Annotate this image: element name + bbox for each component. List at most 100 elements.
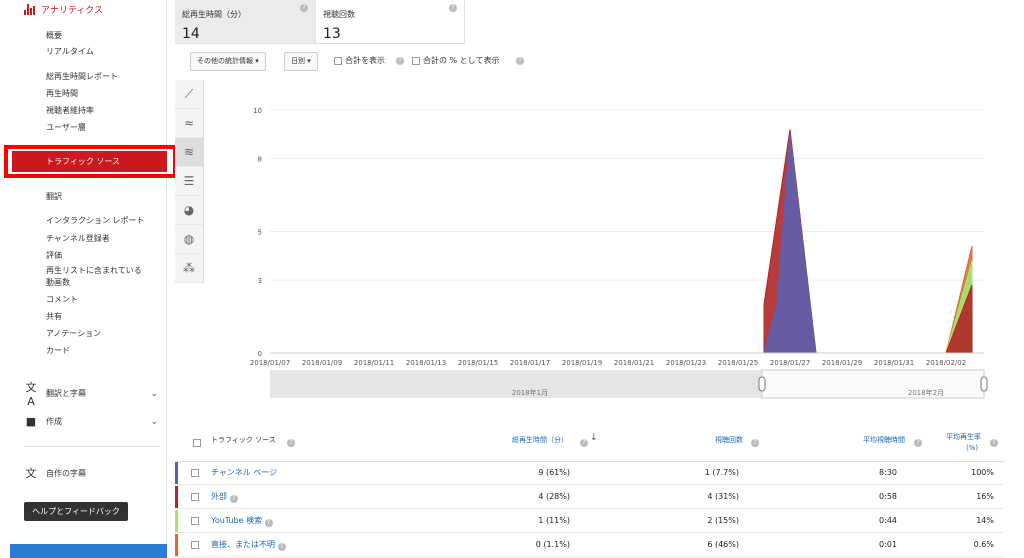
watch-time-pct: (11%) xyxy=(545,516,570,525)
metric-value: 14 xyxy=(182,26,200,42)
interval-dropdown[interactable]: 日別 ▾ xyxy=(284,52,318,71)
analytics-header[interactable]: アナリティクス xyxy=(24,3,103,16)
col-header-watch-time[interactable]: 総再生時間（分） xyxy=(512,435,568,445)
table-row[interactable]: 直接、または不明 ? 0 (1.1%) 6 (46%) 0:01 0.6% xyxy=(175,534,1004,557)
sidebar-section-create[interactable]: ■ 作成 ⌄ xyxy=(24,415,158,428)
show-percent-checkbox[interactable] xyxy=(412,57,420,65)
metric-tab-watch-time[interactable]: 総再生時間（分） 14 ? xyxy=(175,0,316,44)
sort-descending-icon[interactable]: ↓ xyxy=(590,433,598,443)
sidebar-item[interactable]: チャンネル登録者 xyxy=(46,233,110,244)
sidebar-item[interactable]: ユーザー層 xyxy=(46,122,86,133)
watch-time-value: 4 xyxy=(538,492,544,501)
bubble-chart-icon[interactable]: ⁂ xyxy=(175,254,203,283)
avg-view-duration-cell: 0:44 xyxy=(879,516,897,525)
x-tick-label: 2018/01/31 xyxy=(874,359,914,367)
help-icon[interactable]: ? xyxy=(229,495,238,503)
x-tick-label: 2018/01/09 xyxy=(302,359,342,367)
x-tick-label: 2018/01/19 xyxy=(562,359,602,367)
series-color-bar xyxy=(175,510,178,532)
subtitles-icon: 文 xyxy=(25,467,37,480)
sidebar: アナリティクス 概要リアルタイム総再生時間レポート 再生時間視聴者維持率 ユーザー層… xyxy=(0,0,177,558)
row-checkbox[interactable] xyxy=(191,517,199,525)
sidebar-item[interactable]: リアルタイム xyxy=(46,46,94,57)
help-icon[interactable]: ? xyxy=(449,4,457,12)
sidebar-item[interactable]: 共有 xyxy=(46,311,62,322)
help-icon[interactable]: ? xyxy=(516,57,524,65)
sidebar-item[interactable]: 概要 xyxy=(46,30,62,41)
metric-label: 視聴回数 xyxy=(323,10,355,19)
traffic-chart: 0 3 5 8 10 2018/01/07 2018/01/09 2018/01/11 2018… xyxy=(250,107,988,399)
source-link[interactable]: YouTube 検索 ? xyxy=(211,515,273,527)
row-checkbox[interactable] xyxy=(191,541,199,549)
x-tick-label: 2018/01/27 xyxy=(770,359,810,367)
table-row[interactable]: YouTube 検索 ? 1 (11%) 2 (15%) 0:44 14% xyxy=(175,510,1004,533)
navigator-handle[interactable] xyxy=(980,376,988,392)
sidebar-section-translate[interactable]: 文A 翻訳と字幕 ⌄ xyxy=(24,379,159,408)
row-checkbox[interactable] xyxy=(191,493,199,501)
table-row[interactable]: チャンネル ページ 9 (61%) 1 (7.7%) 8:30 100% xyxy=(175,462,1004,485)
help-icon[interactable]: ? xyxy=(751,439,759,447)
sidebar-bottom-bar[interactable] xyxy=(10,544,167,558)
help-icon[interactable]: ? xyxy=(914,439,922,447)
metric-tab-views[interactable]: 視聴回数 13 ? xyxy=(316,0,465,44)
series-color-bar xyxy=(175,486,178,508)
col-header-avg-view-duration[interactable]: 平均視聴時間 xyxy=(863,435,905,445)
sidebar-item[interactable]: 翻訳 xyxy=(46,191,62,202)
help-icon[interactable]: ? xyxy=(264,519,273,527)
sidebar-item[interactable]: 再生時間 xyxy=(46,88,78,99)
col-header-source: トラフィック ソース xyxy=(211,436,276,444)
row-checkbox[interactable] xyxy=(191,469,199,477)
x-tick-label: 2018/01/25 xyxy=(718,359,758,367)
source-name: 直接、または不明 xyxy=(211,540,275,549)
pie-chart-icon[interactable]: ◕ xyxy=(175,196,203,225)
video-camera-icon: ■ xyxy=(25,415,37,428)
navigator-handle[interactable] xyxy=(758,376,766,392)
source-link[interactable]: 直接、または不明 ? xyxy=(211,539,286,551)
sidebar-item[interactable]: アノテーション xyxy=(46,328,101,339)
watch-time-pct: (28%) xyxy=(545,492,570,501)
views-cell: 4 (31%) xyxy=(707,492,739,501)
other-stats-dropdown[interactable]: その他の統計情報 ▾ xyxy=(190,52,266,71)
help-icon[interactable]: ? xyxy=(580,439,588,447)
highlight-annotation xyxy=(4,145,177,178)
select-all-checkbox[interactable] xyxy=(193,439,201,447)
source-link[interactable]: チャンネル ページ xyxy=(211,467,277,478)
sidebar-item[interactable]: インタラクション レポート xyxy=(46,215,145,226)
views-cell: 2 (15%) xyxy=(707,516,739,525)
multi-line-chart-icon[interactable]: ≈ xyxy=(175,109,203,138)
globe-map-icon[interactable]: ◍ xyxy=(175,225,203,254)
col-header-views[interactable]: 視聴回数 xyxy=(715,435,743,445)
sidebar-item[interactable]: 視聴者維持率 xyxy=(46,105,94,116)
watch-time-cell: 9 (61%) xyxy=(538,468,570,477)
show-total-checkbox[interactable] xyxy=(334,57,342,65)
help-icon[interactable]: ? xyxy=(277,543,286,551)
dropdown-label: その他の統計情報 xyxy=(197,57,253,65)
y-tick-label: 3 xyxy=(258,277,262,285)
sidebar-item[interactable]: 評価 xyxy=(46,250,62,261)
watch-time-cell: 0 (1.1%) xyxy=(536,540,570,549)
col-header-avg-pct[interactable]: 平均再生率 xyxy=(946,432,981,442)
sidebar-item[interactable]: 動画数 xyxy=(46,277,70,288)
sidebar-item[interactable]: コメント xyxy=(46,294,78,305)
table-row[interactable]: 外部 ? 4 (28%) 4 (31%) 0:58 16% xyxy=(175,486,1004,509)
sidebar-item[interactable]: 再生リストに含まれている xyxy=(46,265,142,276)
help-icon[interactable]: ? xyxy=(300,4,308,12)
x-tick-label: 2018/01/07 xyxy=(250,359,290,367)
sidebar-item[interactable]: カード xyxy=(46,345,70,356)
views-pct: (31%) xyxy=(714,492,739,501)
views-pct: (7.7%) xyxy=(712,468,739,477)
views-value: 6 xyxy=(707,540,713,549)
translate-icon: 文A xyxy=(25,381,37,408)
stacked-area-chart-icon[interactable]: ≋ xyxy=(175,138,203,167)
metric-label: 総再生時間（分） xyxy=(182,10,246,19)
help-icon[interactable]: ? xyxy=(287,439,295,447)
help-icon[interactable]: ? xyxy=(990,439,998,447)
sidebar-item-own-subtitles[interactable]: 文 自作の字幕 xyxy=(24,465,158,481)
sidebar-item[interactable]: 総再生時間レポート xyxy=(46,71,118,82)
source-link[interactable]: 外部 ? xyxy=(211,491,238,503)
y-tick-label: 10 xyxy=(253,107,262,115)
bar-chart-icon[interactable]: ☰ xyxy=(175,167,203,196)
line-chart-icon[interactable]: ⟋ xyxy=(175,80,203,109)
help-feedback-button[interactable]: ヘルプとフィードバック xyxy=(24,502,128,521)
help-icon[interactable]: ? xyxy=(396,57,404,65)
